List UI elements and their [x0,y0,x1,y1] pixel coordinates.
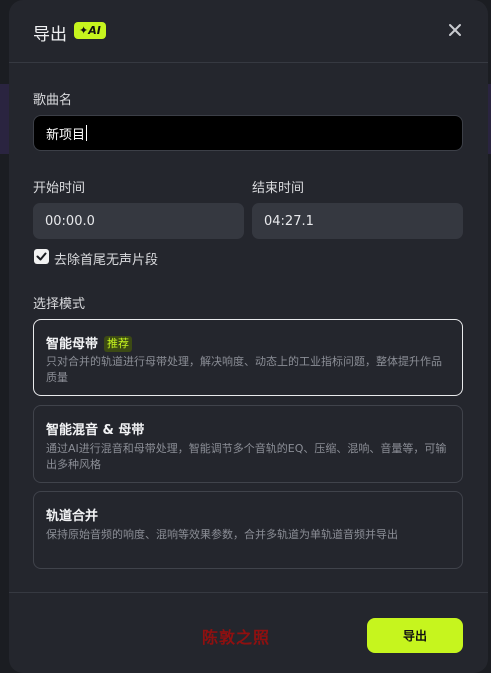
watermark-text: 陈敦之照 [202,628,271,647]
mode-title: 轨道合并 [46,509,99,524]
mode-description: 通过AI进行混音和母带处理，智能调节多个音轨的EQ、压缩、混响、音量等，可输出多… [46,442,447,471]
mode-card-smart-mastering[interactable]: 智能母带 推荐 只对合并的轨道进行母带处理，解决响度、动态上的工业指标问题，整体提… [33,319,463,396]
mode-card-track-merge[interactable]: 轨道合并 保持原始音频的响度、混响等效果参数，合并多轨道为单轨道音频并导出 [33,491,463,569]
text-caret [86,125,88,141]
song-name-value: 新项目 [46,127,86,143]
trim-silence-checkbox[interactable] [34,249,49,264]
footer-divider [9,592,488,593]
recommended-badge: 推荐 [104,336,133,352]
trim-silence-label[interactable]: 去除首尾无声片段 [54,249,158,268]
mode-title: 智能母带 推荐 [46,333,133,352]
start-time-input[interactable]: 00:00.0 [33,203,244,239]
mode-title: 智能混音 & 母带 [46,423,145,438]
start-time-label: 开始时间 [33,181,86,196]
mode-card-smart-mix-mastering[interactable]: 智能混音 & 母带 通过AI进行混音和母带处理，智能调节多个音轨的EQ、压缩、混… [33,405,463,483]
song-name-input[interactable]: 新项目 [33,115,463,151]
start-time-value: 00:00.0 [45,213,95,229]
dialog-header: 导出 ✦AI [9,0,488,63]
close-icon[interactable] [446,21,464,39]
export-button[interactable]: 导出 [367,618,463,653]
ai-badge: ✦AI [74,22,106,39]
song-name-label: 歌曲名 [33,93,73,108]
check-icon [36,252,47,261]
end-time-value: 04:27.1 [264,213,314,229]
export-dialog: 导出 ✦AI 歌曲名 新项目 开始时间 00:00.0 结束时间 04:27.1… [9,0,488,673]
end-time-input[interactable]: 04:27.1 [252,203,463,239]
mode-section-label: 选择模式 [33,297,86,312]
dialog-title: 导出 [33,25,67,45]
mode-description: 保持原始音频的响度、混响等效果参数，合并多轨道为单轨道音频并导出 [46,528,398,541]
export-button-label: 导出 [402,629,427,643]
end-time-label: 结束时间 [252,181,305,196]
mode-description: 只对合并的轨道进行母带处理，解决响度、动态上的工业指标问题，整体提升作品质量 [46,355,442,384]
